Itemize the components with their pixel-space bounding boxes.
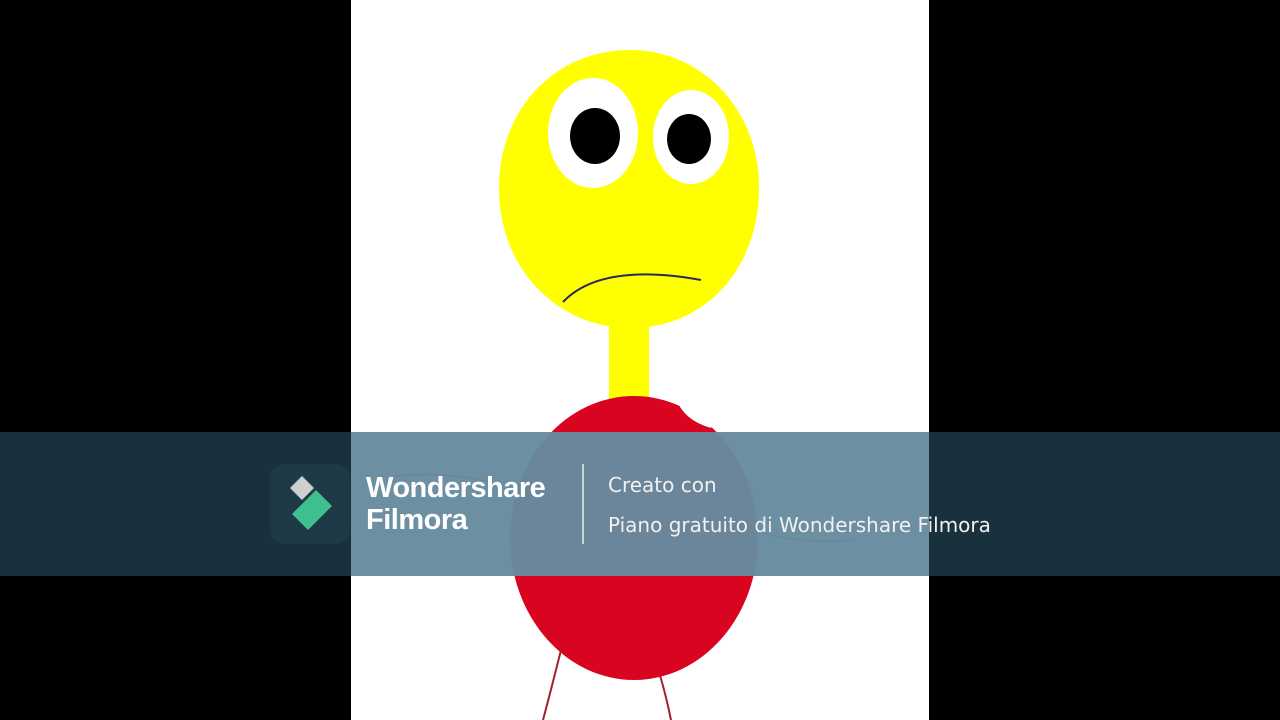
created-with-text: Creato con: [608, 473, 717, 497]
right-leg: [658, 671, 672, 720]
left-leg: [542, 649, 562, 720]
video-frame: Wondershare Filmora Creato con Piano gra…: [0, 0, 1280, 720]
brand-name-line1: Wondershare: [366, 472, 546, 504]
free-plan-text: Piano gratuito di Wondershare Filmora: [608, 513, 991, 537]
drawing-canvas: [351, 0, 929, 720]
watermark-divider: [582, 464, 584, 544]
brand-name-line2: Filmora: [366, 504, 468, 536]
stick-figure-drawing: [394, 50, 854, 720]
head: [499, 50, 759, 328]
right-pupil: [667, 114, 711, 164]
left-pupil: [570, 108, 620, 164]
filmora-logo-icon: [270, 464, 350, 544]
watermark-brand: Wondershare Filmora: [366, 472, 546, 536]
